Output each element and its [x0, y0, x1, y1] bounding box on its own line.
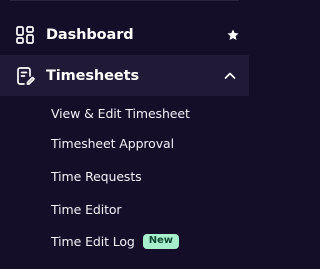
sidebar-item-label: Timesheets [46, 67, 139, 84]
chevron-up-icon[interactable] [222, 68, 238, 84]
submenu-item-timesheet-approval[interactable]: Timesheet Approval [51, 132, 174, 154]
dashboard-grid-icon [16, 26, 34, 44]
new-badge: New [142, 233, 179, 249]
submenu-item-time-edit-log[interactable]: Time Edit Log New [51, 230, 179, 252]
submenu-item-view-edit-timesheet[interactable]: View & Edit Timesheet [51, 102, 190, 124]
submenu-item-label: Time Edit Log [51, 233, 135, 249]
divider [10, 0, 239, 1]
sidebar-item-label: Dashboard [46, 27, 134, 43]
sidebar-item-dashboard[interactable]: Dashboard [0, 14, 249, 56]
submenu-item-time-requests[interactable]: Time Requests [51, 165, 142, 187]
timesheet-edit-icon [17, 66, 35, 85]
sidebar-item-timesheets[interactable]: Timesheets [0, 55, 249, 96]
star-icon[interactable] [226, 28, 240, 42]
submenu-item-time-editor[interactable]: Time Editor [51, 198, 122, 220]
